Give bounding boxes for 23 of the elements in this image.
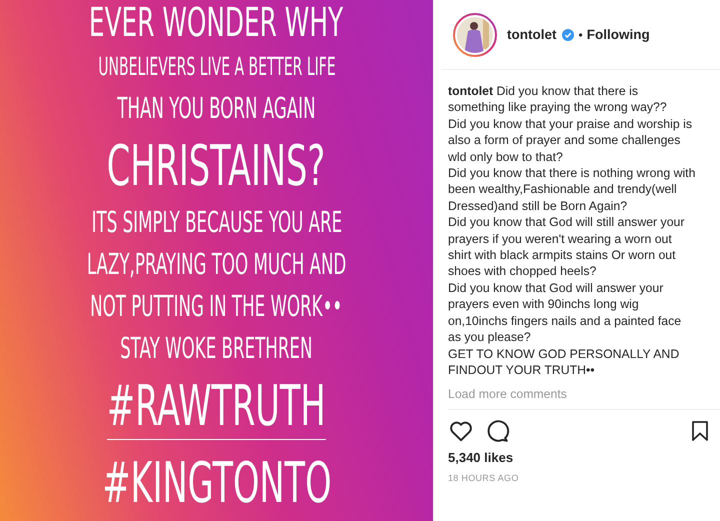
username-link[interactable]: tontolet	[507, 27, 556, 42]
image-text: THAN YOU BORN AGAIN	[117, 94, 316, 123]
following-link[interactable]: Following	[586, 27, 650, 42]
image-text: NOT PUTTING IN THE WORK••	[90, 292, 343, 321]
image-text: UNBELIEVERS LIVE A BETTER LIFE	[98, 54, 336, 79]
image-text: ITS SIMPLY BECAUSE YOU ARE	[91, 208, 342, 237]
image-text: CHRISTAINS?	[107, 139, 326, 195]
image-text: LAZY,PRAYING TOO MUCH AND	[86, 250, 346, 279]
username-link[interactable]: tontolet	[448, 84, 494, 98]
image-text: STAY WOKE BRETHREN	[120, 334, 313, 363]
caption-text: GET TO KNOW GOD PERSONALLY AND FINDOUT YOUR TRUTH••	[448, 346, 680, 378]
image-text: EVER WONDER WHY	[89, 3, 344, 43]
caption-text: Did you know that your praise and worship is also a form of prayer and some challenges wld only bow to that?	[448, 116, 694, 166]
caption-text: Did you know that God will still answer your prayers if you weren't wearing a worn out shirt with black armpits stains Or worn out shoes with chopped heels?	[448, 214, 686, 280]
avatar[interactable]	[453, 12, 497, 56]
separator-dot: •	[578, 28, 583, 42]
caption-text: Did you know that there is nothing wrong with been wealthy,Fashionable and trendy(well Dressed)and still be Born Again?	[448, 165, 696, 214]
post-time: 18 HOURS AGO	[448, 472, 520, 483]
likes-count[interactable]: 5,340 likes	[448, 450, 720, 465]
image-text: #KINGTONTO	[102, 456, 332, 512]
caption-text: tontolet Did you know that there is something like praying the wrong way??	[448, 83, 668, 116]
image-text: #RAWTRUTH	[107, 379, 326, 440]
caption-text: Did you know that God will answer your prayers even with 90inchs long wig on,10inchs fingers nails and a painted face as you please?	[448, 280, 682, 346]
